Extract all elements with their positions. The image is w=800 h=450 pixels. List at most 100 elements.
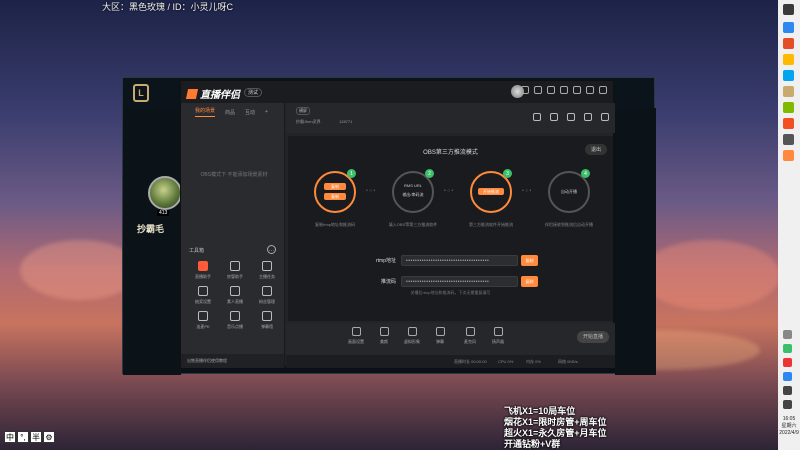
danmaku-button[interactable]: 弹幕 — [428, 327, 452, 345]
tool-item[interactable]: 连麦PK — [187, 311, 219, 330]
step-fill: 2 RMS URL 输出/串码流 — [392, 169, 434, 213]
tool-item[interactable]: 素人直播 — [219, 286, 251, 305]
ime-punct-button[interactable]: °, — [17, 431, 29, 443]
tray-icon[interactable] — [783, 344, 792, 353]
app-icon[interactable] — [783, 134, 794, 145]
music-icon — [230, 311, 240, 321]
pk-icon — [198, 311, 208, 321]
obs-mode-title: OBS第三方推流模式 — [423, 150, 478, 156]
rtmp-address-field[interactable]: ••••••••••••••••••••••••••••••••••••• — [401, 255, 518, 266]
danmaku-toggle-icon — [435, 327, 445, 336]
champion-portrait[interactable] — [148, 176, 182, 210]
window-controls — [521, 86, 607, 94]
microphone-button[interactable]: 麦克风 — [458, 327, 482, 345]
copy-stream-key-button[interactable]: 复制 — [521, 276, 538, 287]
ime-settings-icon[interactable]: ⚙ — [43, 431, 55, 443]
avatar-button[interactable]: 虚拟形象 — [400, 327, 424, 345]
bottom-toolbar: 画面设置 美颜 虚拟形象 弹幕 麦克风 扬声器 开始直播 — [286, 323, 615, 355]
share-icon[interactable] — [601, 113, 609, 121]
exit-obs-button[interactable]: 退出 — [584, 144, 607, 155]
room-orientation-tag[interactable]: 横屏 — [296, 107, 310, 115]
step-copy-button[interactable]: 复制 — [324, 183, 346, 190]
tool-item[interactable]: 直播助手 — [187, 261, 219, 280]
menu-icon[interactable] — [560, 86, 568, 94]
step-line: 输出/串码流 — [402, 192, 424, 197]
minimize-icon[interactable] — [573, 86, 581, 94]
close-icon[interactable] — [599, 86, 607, 94]
fans-icon — [262, 286, 272, 296]
copy-rtmp-button[interactable]: 复制 — [521, 255, 538, 266]
ime-mode-button[interactable]: 中 — [4, 431, 16, 443]
gift-icon[interactable] — [534, 86, 542, 94]
tab-interact[interactable]: 互动 — [245, 109, 255, 116]
app-icon[interactable] — [783, 54, 794, 65]
step-copy-button[interactable]: 复制 — [324, 193, 346, 200]
live-assistant-icon — [198, 261, 208, 271]
maximize-icon[interactable] — [586, 86, 594, 94]
room-hot-count: 128771 — [339, 119, 353, 124]
lock-icon[interactable] — [550, 113, 558, 121]
app-icon[interactable] — [783, 38, 794, 49]
game-right-panel — [615, 108, 656, 375]
wifi-icon[interactable] — [783, 386, 792, 395]
app-version-badge[interactable]: 测试 — [244, 88, 263, 97]
start-icon[interactable] — [783, 4, 794, 15]
step-auto-live: 4 自动开播 — [548, 169, 590, 213]
clock-day: 星期六 — [781, 423, 797, 429]
step-line: RMS URL — [403, 183, 422, 188]
game-left-panel — [123, 108, 181, 375]
speaker-icon — [493, 327, 503, 336]
tool-item[interactable]: 抽奖设置 — [187, 286, 219, 305]
app-icon[interactable] — [783, 22, 794, 33]
volume-icon[interactable] — [783, 400, 792, 409]
shirt-icon[interactable] — [547, 86, 555, 94]
bell-icon[interactable] — [584, 113, 592, 121]
avatar-icon — [407, 327, 417, 336]
speaker-button[interactable]: 扬声器 — [486, 327, 510, 345]
beauty-button[interactable]: 美颜 — [372, 327, 396, 345]
start-live-button[interactable]: 开始直播 — [577, 331, 609, 343]
tray-icon[interactable] — [783, 330, 792, 339]
tool-label: 音乐点播 — [227, 324, 243, 329]
status-cpu: CPU 0% — [498, 359, 514, 364]
room-admin-icon — [230, 261, 240, 271]
stream-key-field[interactable]: ••••••••••••••••••••••••••••••••••••• — [401, 276, 518, 287]
tool-item[interactable]: 房管助手 — [219, 261, 251, 280]
scene-panel-footer[interactable]: 出售直播伴侣使用教程 — [181, 354, 284, 368]
game-logo[interactable]: L — [133, 84, 149, 102]
tool-item[interactable]: 音乐点播 — [219, 311, 251, 330]
ime-width-button[interactable]: 半 — [30, 431, 42, 443]
add-scene-icon[interactable]: + — [265, 109, 268, 115]
task-icon — [262, 261, 272, 271]
status-duration: 直播时长 00:00:00 — [454, 359, 487, 364]
tray-icon[interactable] — [783, 358, 792, 367]
tool-label: 抽奖设置 — [195, 299, 211, 304]
tool-item[interactable]: 弹幕墙 — [251, 311, 283, 330]
shop-icon[interactable] — [533, 113, 541, 121]
room-header: 横屏 抄霸Jhen灵界 128771 — [286, 103, 615, 133]
app-icon[interactable] — [783, 102, 794, 113]
clock-date: 2022/4/9 — [779, 430, 799, 436]
app-icon[interactable] — [783, 118, 794, 129]
step-start-push-button[interactable]: 开始推流 — [478, 188, 504, 195]
tab-my-scenes[interactable]: 我的场景 — [195, 107, 216, 117]
app-icon[interactable] — [783, 70, 794, 81]
mail-icon[interactable] — [521, 86, 529, 94]
clock-time: 16:05 — [782, 416, 796, 422]
taskbar-clock[interactable]: 16:05 星期六 2022/4/9 — [778, 416, 800, 437]
app-logo-icon — [185, 89, 199, 99]
toolbox-more-icon[interactable]: … — [267, 245, 276, 254]
tool-label: 房管助手 — [227, 274, 243, 279]
tab-goods[interactable]: 商品 — [225, 109, 235, 116]
step-description: 第三方推流软件开始推流 — [469, 222, 513, 227]
picture-icon — [351, 327, 361, 336]
tool-item[interactable]: 主播任务 — [251, 261, 283, 280]
app-icon[interactable] — [783, 150, 794, 161]
picture-settings-button[interactable]: 画面设置 — [344, 327, 368, 345]
tray-icon[interactable] — [783, 372, 792, 381]
tool-item[interactable]: 粉丝管理 — [251, 286, 283, 305]
step-line: 自动开播 — [561, 189, 577, 194]
app-icon[interactable] — [783, 86, 794, 97]
camera-icon[interactable] — [567, 113, 575, 121]
scene-panel: 我的场景 商品 互动 + OBS模式下 不能添加场景素材 工具箱 … 直播助手 … — [181, 103, 285, 368]
